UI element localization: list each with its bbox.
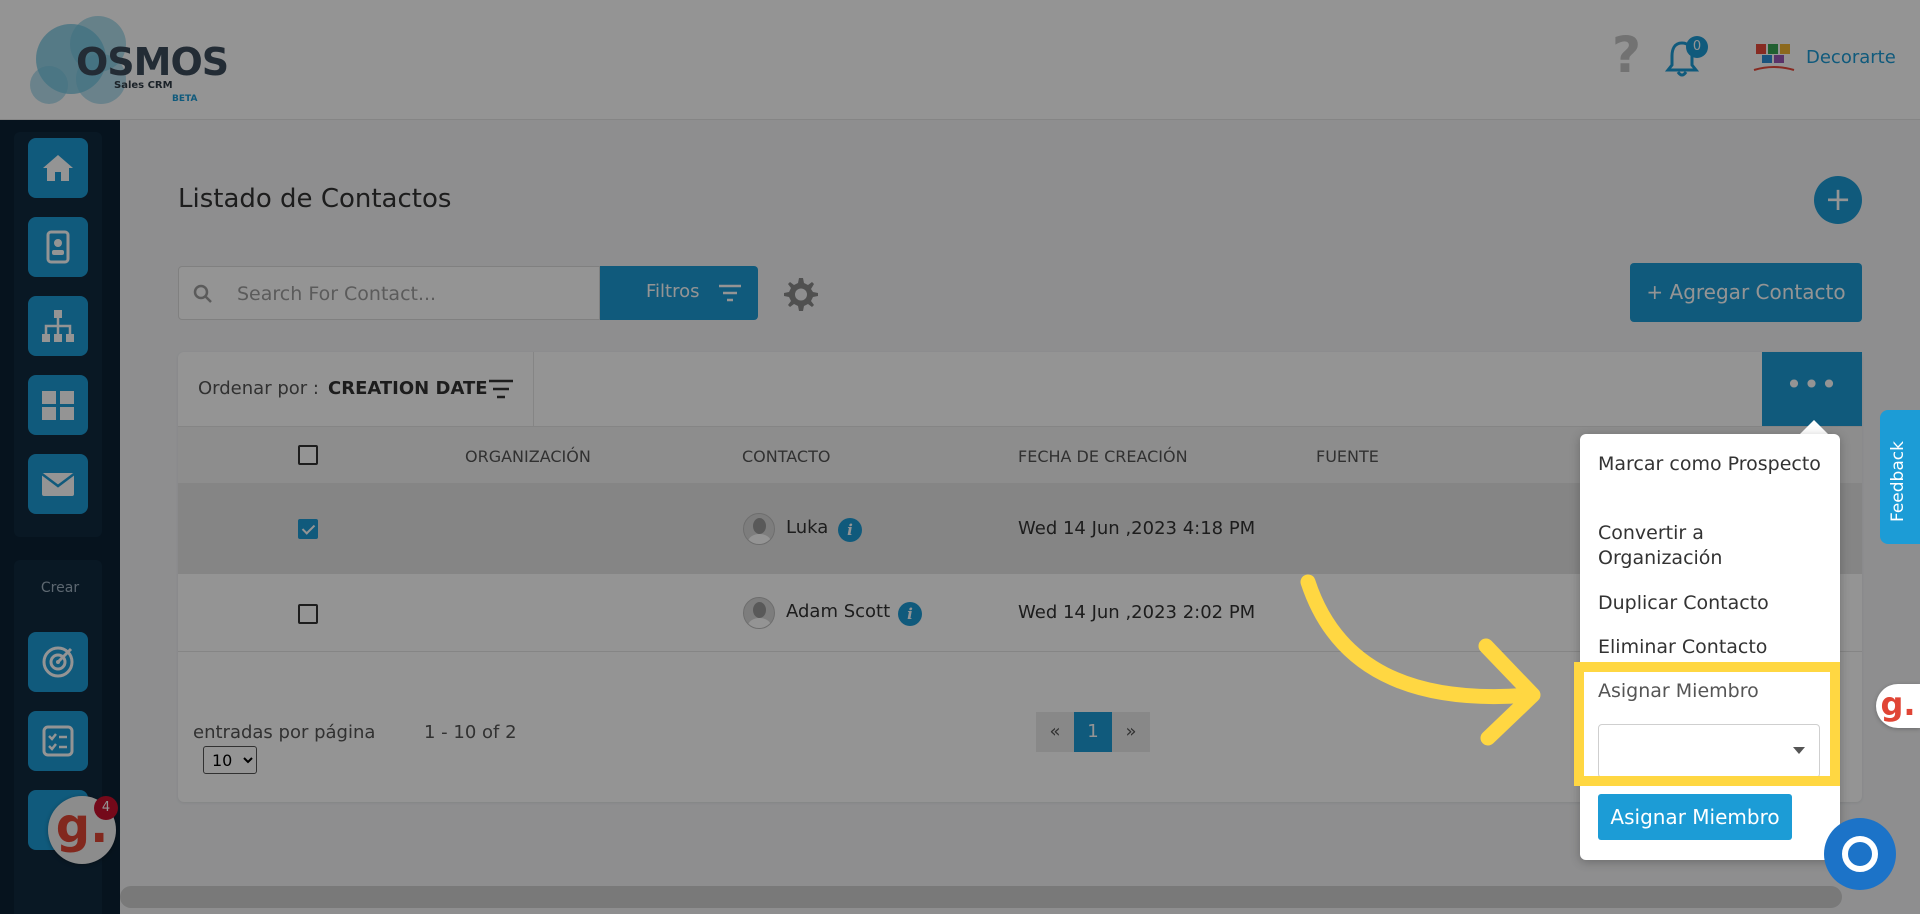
- sidebar-create-task[interactable]: [28, 711, 88, 771]
- company-name[interactable]: Decorarte: [1806, 47, 1896, 68]
- contact-card-icon: [46, 230, 70, 264]
- logo-wordmark: OSMOS: [76, 40, 229, 84]
- info-icon[interactable]: i: [898, 602, 922, 626]
- info-icon[interactable]: i: [838, 518, 862, 542]
- arrow-icon: [1300, 574, 1541, 746]
- sidebar-create-target[interactable]: [28, 632, 88, 692]
- logo-beta: BETA: [172, 94, 198, 104]
- avatar: [743, 597, 775, 629]
- page-title: Listado de Contactos: [178, 184, 452, 214]
- creation-date: Wed 14 Jun ,2023 4:18 PM: [1018, 518, 1256, 539]
- chat-bubble-icon[interactable]: [1824, 818, 1896, 890]
- more-actions-button[interactable]: •••: [1762, 352, 1862, 426]
- sidebar-item-dashboard[interactable]: [28, 375, 88, 435]
- filters-button[interactable]: Filtros: [600, 266, 758, 320]
- sidebar-item-contacts[interactable]: [28, 217, 88, 277]
- company-logo[interactable]: [1752, 42, 1796, 76]
- sidebar-item-organizations[interactable]: [28, 296, 88, 356]
- row-checkbox[interactable]: [298, 519, 318, 539]
- contact-search: [178, 266, 600, 320]
- checklist-icon: [42, 725, 74, 757]
- mail-icon: [41, 473, 75, 496]
- per-page-label: entradas por página: [193, 722, 376, 743]
- menu-item-delete-contact[interactable]: Eliminar Contacto: [1598, 635, 1828, 660]
- column-header-source[interactable]: FUENTE: [1316, 447, 1379, 466]
- assign-member-button[interactable]: Asignar Miembro: [1598, 794, 1792, 840]
- filter-icon: [719, 284, 741, 302]
- g-side-chip[interactable]: g.: [1876, 684, 1920, 728]
- notification-count-badge: 0: [1686, 36, 1708, 58]
- search-icon: [193, 284, 212, 303]
- gear-icon[interactable]: [782, 276, 818, 312]
- pager-prev-button[interactable]: «: [1036, 712, 1074, 752]
- horizontal-scrollbar[interactable]: [120, 886, 1842, 908]
- highlight-box: [1574, 662, 1840, 786]
- add-contact-button[interactable]: + Agregar Contacto: [1630, 263, 1862, 322]
- sort-control[interactable]: Ordenar por : CREATION DATE: [178, 352, 534, 426]
- column-header-organization[interactable]: ORGANIZACIÓN: [465, 447, 591, 466]
- filters-label: Filtros: [646, 281, 700, 302]
- avatar: [743, 513, 775, 545]
- row-checkbox[interactable]: [298, 604, 318, 624]
- top-header: OSMOS Sales CRM BETA ? 0 Decorarte: [0, 0, 1920, 120]
- sort-value: CREATION DATE: [328, 378, 488, 399]
- sort-label: Ordenar por :: [198, 378, 319, 399]
- osmos-logo[interactable]: OSMOS Sales CRM BETA: [30, 10, 229, 110]
- feedback-tab[interactable]: Feedback: [1880, 410, 1920, 544]
- creation-date: Wed 14 Jun ,2023 2:02 PM: [1018, 602, 1256, 623]
- menu-item-duplicate-contact[interactable]: Duplicar Contacto: [1598, 591, 1828, 616]
- select-all-checkbox[interactable]: [298, 445, 318, 465]
- menu-caret: [1800, 420, 1828, 434]
- sidebar-item-mail[interactable]: [28, 454, 88, 514]
- contact-name[interactable]: Luka: [786, 517, 828, 538]
- sidebar-item-home[interactable]: [28, 138, 88, 198]
- per-page-select[interactable]: 10: [203, 746, 257, 774]
- pager-page-button[interactable]: 1: [1074, 712, 1112, 752]
- home-icon: [43, 155, 73, 181]
- pagination-range: 1 - 10 of 2: [424, 722, 517, 743]
- sidebar: Crear: [0, 120, 120, 914]
- sort-icon: [489, 379, 513, 399]
- logo-subtitle: Sales CRM: [114, 80, 173, 91]
- add-fab-button[interactable]: +: [1814, 176, 1862, 224]
- contact-name[interactable]: Adam Scott: [786, 601, 890, 622]
- search-input[interactable]: [237, 279, 577, 309]
- g-widget-badge: 4: [94, 796, 118, 820]
- grid-icon: [42, 391, 74, 420]
- help-icon[interactable]: ?: [1612, 30, 1641, 80]
- column-header-contact[interactable]: CONTACTO: [742, 447, 830, 466]
- sidebar-create-label: Crear: [40, 580, 80, 596]
- column-header-created[interactable]: FECHA DE CREACIÓN: [1018, 447, 1188, 466]
- target-icon: [42, 646, 74, 678]
- menu-item-convert-organization[interactable]: Convertir a Organización: [1598, 521, 1828, 571]
- pager-next-button[interactable]: »: [1112, 712, 1150, 752]
- menu-item-mark-prospect[interactable]: Marcar como Prospecto: [1598, 452, 1828, 477]
- org-chart-icon: [42, 310, 74, 342]
- feedback-label: Feedback: [1888, 441, 1908, 522]
- pagination: « 1 »: [1036, 712, 1150, 752]
